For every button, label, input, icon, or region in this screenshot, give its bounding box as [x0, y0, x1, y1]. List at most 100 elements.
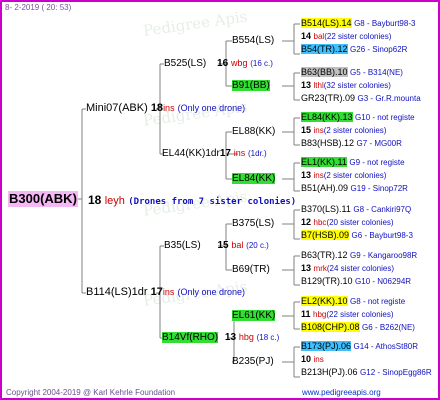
queen-year: 13: [224, 332, 237, 343]
queen-year: 17: [219, 148, 231, 159]
queen-breeder: ins: [233, 148, 246, 158]
gen4-sire-row[interactable]: EL2(KK).10 G8 - not registe: [301, 296, 405, 306]
queen-year: 18: [150, 102, 164, 114]
gen3-queen[interactable]: B69(TR): [232, 264, 270, 275]
sister-colony-note: (20 sister colonies): [326, 218, 394, 227]
dam-queen-name: GR23(TR).09: [301, 93, 356, 103]
queen-breeder: hbg: [238, 332, 254, 342]
pedigree-frame: Pedigree Apis Pedigree Apis Pedigree Api…: [0, 0, 440, 400]
dam-lineage-info: G6 - Bayburt98-3: [351, 231, 413, 240]
gen2-queen[interactable]: B14Vf(RHO) 13 hbg (18 c.): [162, 332, 279, 343]
gen3-queen[interactable]: EL61(KK): [232, 310, 276, 321]
gen4-dam-row[interactable]: B108(CHP).08 G6 - B262(NE): [301, 322, 415, 332]
mating-year: 15: [301, 125, 312, 135]
gen4-dam-row[interactable]: B83(HSB).12 G7 - MG00R: [301, 138, 402, 148]
dam-queen[interactable]: B114(LS)1dr 17ins (Only one drone): [86, 286, 245, 298]
mating-breeder: mrk: [313, 264, 327, 273]
queen-year: 15: [217, 240, 229, 251]
gen3-queen[interactable]: EL84(KK): [232, 173, 276, 184]
gen4-dam-row[interactable]: B7(HSB).09 G6 - Bayburt98-3: [301, 230, 413, 240]
dam-lineage-info: G10 - N06294R: [355, 277, 412, 286]
gen3-queen[interactable]: B375(LS): [232, 218, 274, 229]
sire-lineage-info: G8 - Bayburt98-3: [354, 19, 416, 28]
gen4-mating-row: 13 lthl(32 sister colonies): [301, 80, 391, 90]
queen-name: Mini07(ABK): [86, 102, 148, 114]
sire-lineage-info: G8 - not registe: [350, 297, 406, 306]
colony-note: (1dr.): [248, 149, 267, 158]
gen3-queen[interactable]: B235(PJ): [232, 356, 274, 367]
dam-lineage-info: G26 - Sinop62R: [350, 45, 408, 54]
sister-colony-note: (22 sister colonies): [326, 310, 394, 319]
mating-breeder: lthl: [313, 81, 324, 90]
queen-name: B14Vf(RHO): [162, 332, 219, 343]
gen4-sire-row[interactable]: B173(PJ).06 G14 - AthosSt80R: [301, 341, 418, 351]
gen4-mating-row: 13 ins(2 sister colonies): [301, 170, 386, 180]
gen4-sire-row[interactable]: B63(TR).12 G9 - Kangaroo98R: [301, 250, 417, 260]
sire-lineage-info: G10 - not registe: [355, 113, 415, 122]
dam-queen-name: B83(HSB).12: [301, 138, 355, 148]
sire-lineage-info: G9 - Kangaroo98R: [350, 251, 418, 260]
colony-note: (20 c.): [246, 241, 269, 250]
dam-queen-name: B129(TR).10: [301, 276, 353, 286]
gen4-sire-row[interactable]: B63(BB).10 G5 - B314(NE): [301, 67, 403, 77]
sire-lineage-info: G5 - B314(NE): [350, 68, 403, 77]
sire-queen-name: EL2(KK).10: [301, 296, 348, 306]
root-queen[interactable]: B300(ABK): [8, 191, 78, 207]
dam-lineage-info: G12 - SinopEgg86R: [360, 368, 432, 377]
gen4-dam-row[interactable]: B213H(PJ).06 G12 - SinopEgg86R: [301, 367, 432, 377]
queen-year: 17: [150, 286, 163, 298]
dam-lineage-info: G19 - Sinop72R: [350, 184, 408, 193]
dam-lineage-info: G6 - B262(NE): [362, 323, 415, 332]
mating-breeder: bal: [313, 32, 325, 41]
gen3-queen[interactable]: B91(BB): [232, 80, 270, 91]
dam-queen-name: B54(TR).12: [301, 44, 348, 54]
queen-breeder: ins: [163, 103, 175, 113]
queen-breeder: bal: [231, 240, 244, 250]
gen2-queen[interactable]: EL44(KK)1dr17 ins (1dr.): [162, 148, 267, 159]
sire-queen-name: EL84(KK).13: [301, 112, 353, 122]
gen3-queen[interactable]: B554(LS): [232, 35, 274, 46]
gen4-sire-row[interactable]: B370(LS).11 G8 - Cankiri97Q: [301, 204, 411, 214]
gen3-queen[interactable]: EL88(KK): [232, 126, 275, 137]
sister-colony-note: (32 sister colonies): [323, 81, 391, 90]
gen2-queen[interactable]: B525(LS) 16 wbg (16 c.): [164, 58, 273, 69]
drone-note: (Only one drone): [177, 287, 245, 297]
mating-breeder: ins: [313, 171, 324, 180]
mating-year: 13: [301, 80, 312, 90]
queen-year: 16: [217, 58, 229, 69]
gen4-dam-row[interactable]: B129(TR).10 G10 - N06294R: [301, 276, 411, 286]
sister-colony-note: (24 sister colonies): [326, 264, 394, 273]
gen4-mating-row: 11 hbg(22 sister colonies): [301, 309, 394, 319]
gen4-sire-row[interactable]: B514(LS).14 G8 - Bayburt98-3: [301, 18, 415, 28]
queen-name: B114(LS)1dr: [86, 286, 148, 298]
sister-colony-note: (2 sister colonies): [323, 171, 387, 180]
sire-queen-name: B370(LS).11: [301, 204, 351, 214]
website-link[interactable]: www.pedigreeapis.org: [302, 388, 381, 397]
queen-breeder: ins: [162, 287, 175, 297]
sire-queen-name: B173(PJ).06: [301, 341, 352, 351]
sire-queen-name: B63(TR).12: [301, 250, 348, 260]
drone-note: (Only one drone): [177, 103, 246, 113]
gen4-sire-row[interactable]: EL1(KK).11 G9 - not registe: [301, 157, 405, 167]
mating-year: 12: [301, 217, 312, 227]
sire-queen-name: B514(LS).14: [301, 18, 352, 28]
gen4-dam-row[interactable]: B54(TR).12 G26 - Sinop62R: [301, 44, 407, 54]
root-breeder: leyh: [104, 195, 125, 207]
gen2-queen[interactable]: B35(LS) 15 bal (20 c.): [164, 240, 269, 251]
copyright-footer: Copyright 2004-2019 @ Karl Kehrle Founda…: [6, 388, 176, 397]
root-mating-info: 18 leyh (Drones from 7 sister colonies): [88, 193, 296, 207]
mating-breeder: hbg: [313, 310, 327, 319]
sister-colony-note: (2 sister colonies): [323, 126, 387, 135]
gen4-dam-row[interactable]: B51(AH).09 G19 - Sinop72R: [301, 183, 408, 193]
gen4-sire-row[interactable]: EL84(KK).13 G10 - not registe: [301, 112, 415, 122]
gen4-dam-row[interactable]: GR23(TR).09 G3 - Gr.R.mounta: [301, 93, 421, 103]
sire-queen-name: B63(BB).10: [301, 67, 348, 77]
mating-year: 13: [301, 170, 312, 180]
colony-note: (16 c.): [250, 59, 273, 68]
sister-colony-note: (22 sister colonies): [324, 32, 392, 41]
dam-lineage-info: G3 - Gr.R.mounta: [357, 94, 421, 103]
gen4-mating-row: 15 ins(2 sister colonies): [301, 125, 386, 135]
mating-breeder: ins: [313, 355, 324, 364]
sire-queen[interactable]: Mini07(ABK) 18ins (Only one drone): [86, 102, 245, 114]
sire-queen-name: EL1(KK).11: [301, 157, 347, 167]
